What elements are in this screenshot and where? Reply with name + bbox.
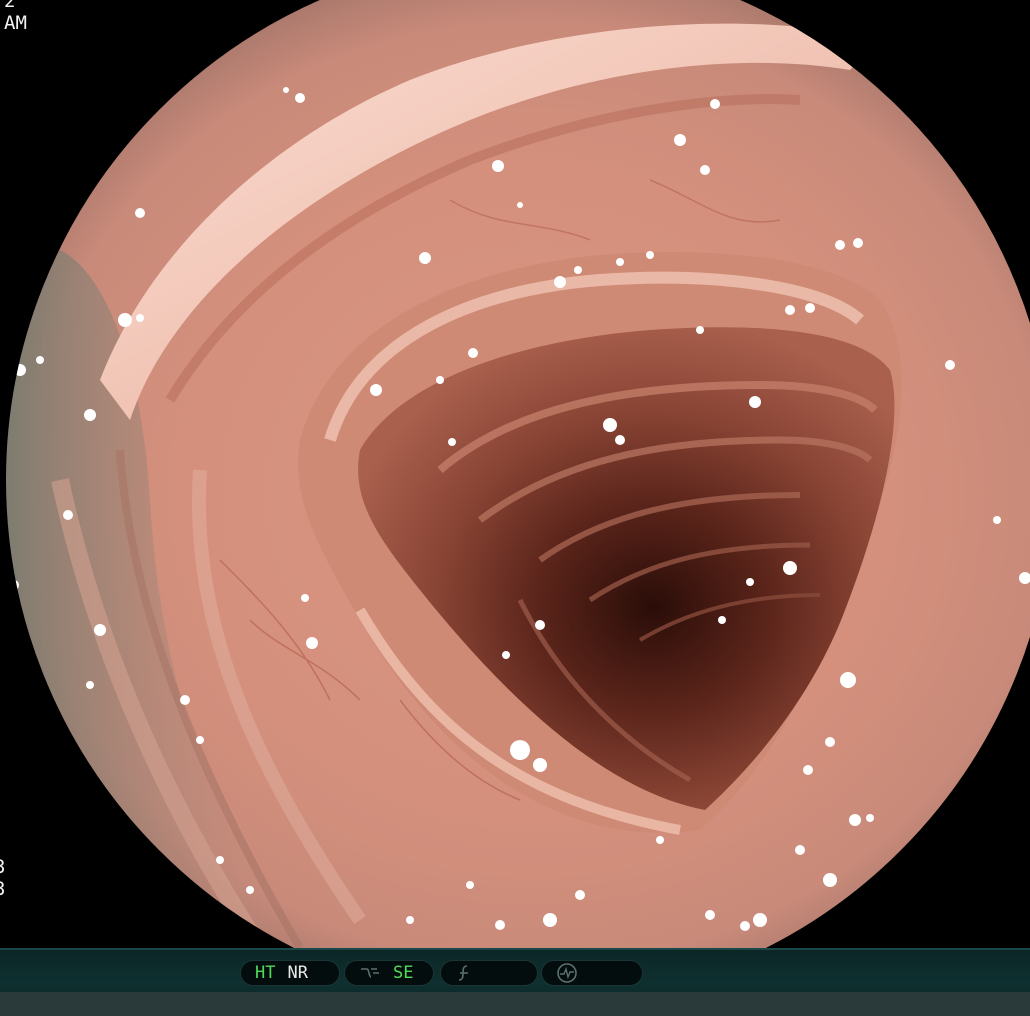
osd-bottom-info: 3 3 xyxy=(0,856,5,900)
freeze-icon xyxy=(455,964,473,982)
se-indicator: SE xyxy=(344,960,434,986)
ht-label: HT xyxy=(255,963,276,983)
status-bar-lower-strip xyxy=(0,992,1030,1016)
enhancement-mode-icon xyxy=(359,965,381,981)
nr-label: NR xyxy=(287,963,308,983)
ht-nr-indicator: HT NR xyxy=(240,960,340,986)
freeze-indicator xyxy=(440,960,538,986)
se-label: SE xyxy=(393,963,414,983)
waveform-indicator xyxy=(541,960,643,986)
status-bar: HT NR SE xyxy=(0,948,1030,1016)
endoscope-view xyxy=(0,0,1030,948)
waveform-icon xyxy=(556,962,578,984)
colon-lumen-image xyxy=(4,0,1030,948)
osd-top-info: 2 AM xyxy=(4,0,27,34)
